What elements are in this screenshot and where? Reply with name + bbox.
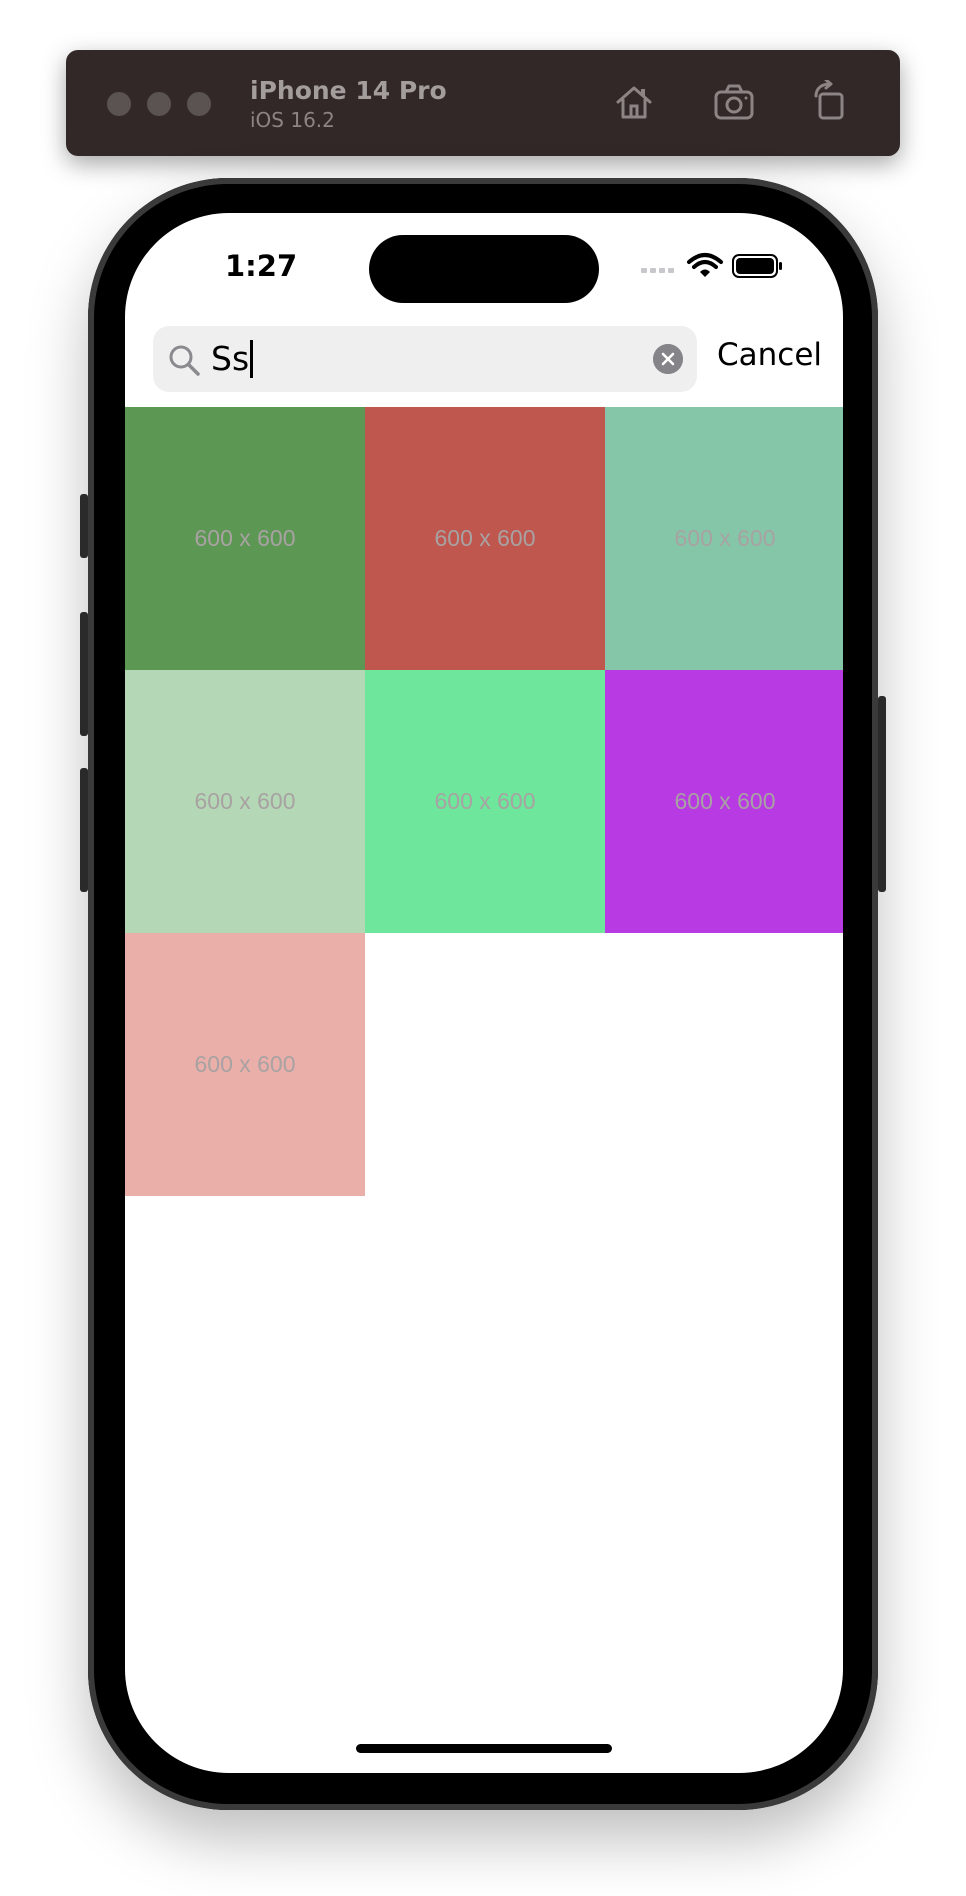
grid-image-tile[interactable]: 600 x 600: [125, 670, 365, 933]
device-screen: 1:27 Ss Cancel 600 x 600 600 x 600 600 x…: [125, 213, 843, 1773]
screenshot-camera-icon[interactable]: [712, 80, 756, 124]
device-name: iPhone 14 Pro: [250, 76, 447, 105]
status-time: 1:27: [225, 249, 298, 283]
grid-image-tile[interactable]: 600 x 600: [125, 933, 365, 1196]
home-indicator[interactable]: [356, 1744, 612, 1753]
window-close-button[interactable]: [107, 92, 131, 116]
window-minimize-button[interactable]: [147, 92, 171, 116]
tile-size-label: 600 x 600: [194, 525, 296, 551]
search-icon: [169, 345, 200, 376]
clear-search-icon[interactable]: [653, 344, 683, 374]
tile-size-label: 600 x 600: [674, 525, 776, 551]
search-query: Ss: [211, 339, 250, 378]
search-input[interactable]: Ss: [211, 339, 254, 378]
text-cursor: [250, 340, 254, 378]
home-icon[interactable]: [612, 80, 656, 124]
tile-size-label: 600 x 600: [674, 788, 776, 814]
status-indicators: [641, 253, 782, 278]
tile-size-label: 600 x 600: [194, 1051, 296, 1077]
cancel-button[interactable]: Cancel: [717, 337, 822, 373]
grid-image-tile[interactable]: 600 x 600: [125, 407, 365, 670]
power-button: [878, 696, 886, 892]
tile-size-label: 600 x 600: [194, 788, 296, 814]
dynamic-island: [369, 235, 599, 303]
volume-down-button: [80, 768, 88, 892]
grid-image-tile[interactable]: 600 x 600: [605, 407, 843, 670]
grid-image-tile[interactable]: 600 x 600: [365, 407, 605, 670]
rotate-icon[interactable]: [808, 80, 852, 124]
grid-image-tile[interactable]: 600 x 600: [605, 670, 843, 933]
grid-image-tile[interactable]: 600 x 600: [365, 670, 605, 933]
cellular-signal-icon: [641, 268, 674, 273]
search-field[interactable]: Ss: [153, 326, 697, 392]
window-zoom-button[interactable]: [187, 92, 211, 116]
os-version: iOS 16.2: [250, 108, 335, 132]
wifi-icon: [687, 253, 723, 277]
battery-icon: [732, 254, 782, 278]
volume-up-button: [80, 612, 88, 736]
tile-size-label: 600 x 600: [434, 525, 536, 551]
tile-size-label: 600 x 600: [434, 788, 536, 814]
mute-switch: [80, 494, 88, 558]
